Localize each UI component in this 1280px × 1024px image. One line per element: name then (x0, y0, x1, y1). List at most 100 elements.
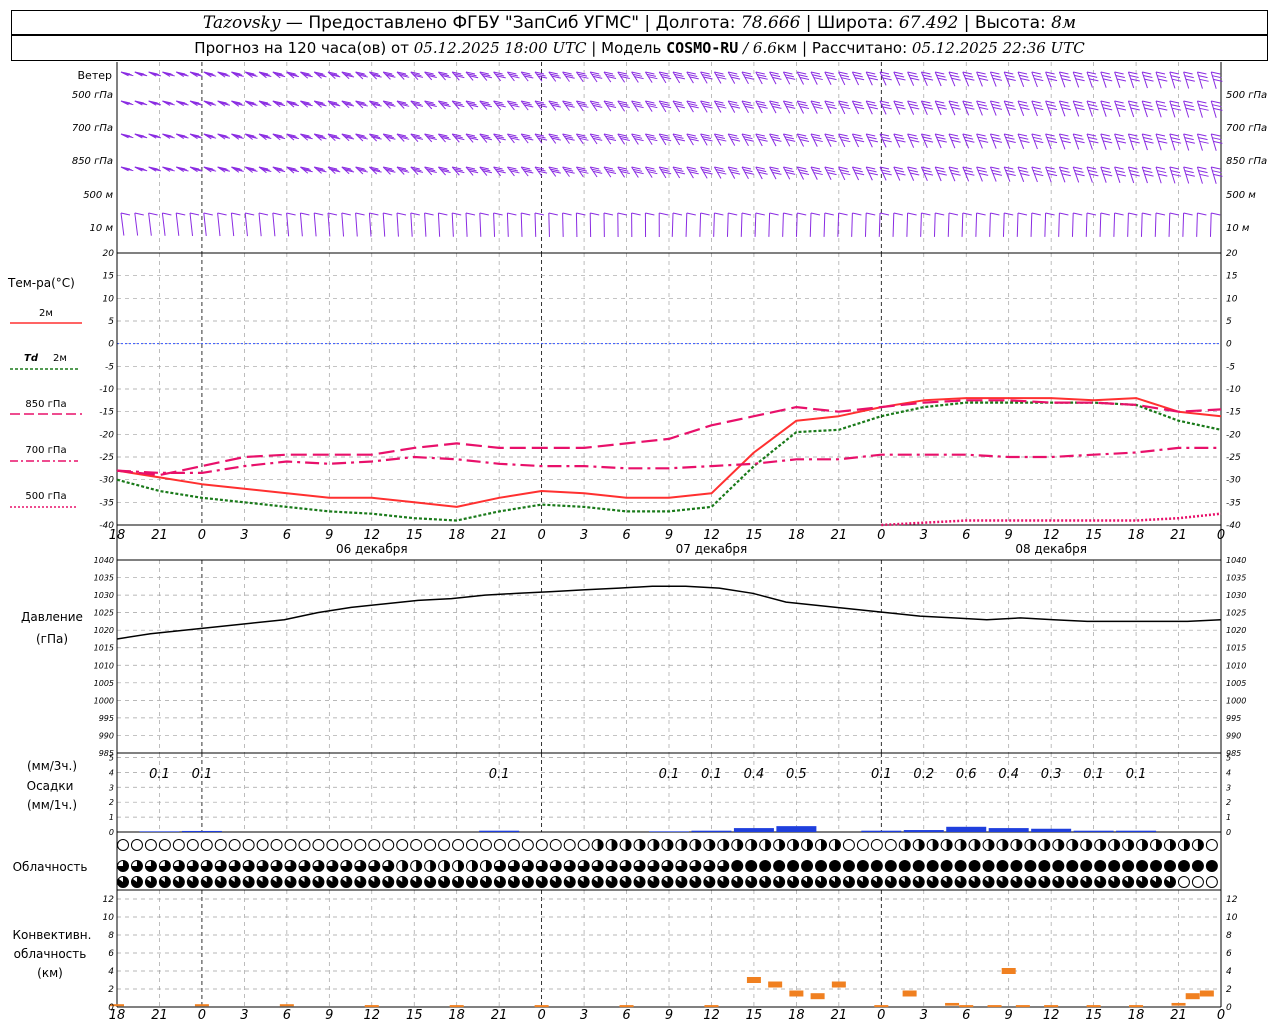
wind-barb (203, 166, 217, 173)
wind-barb-flag (963, 103, 974, 107)
wind-barb (1003, 71, 1016, 87)
cloud-circle (479, 839, 492, 851)
wind-barb (1099, 212, 1110, 237)
wind-barb-flag (1115, 103, 1125, 107)
cloud-fill (639, 839, 646, 851)
cloud-cover-icon (521, 860, 534, 872)
time-tick-label: 21 (831, 1008, 848, 1023)
cloud-fill (1136, 860, 1148, 872)
wind-barb (231, 133, 244, 140)
legend-700-label: 700 гПа (25, 445, 66, 456)
wind-barb (507, 71, 520, 82)
wind-barb (175, 100, 189, 107)
wind-barb (465, 71, 479, 81)
wind-barb (672, 100, 686, 113)
cloud-cover-icon (577, 860, 590, 872)
y-tick-label: -25 (99, 453, 114, 463)
wind-barb-flag (176, 212, 186, 216)
cloud-fill (988, 839, 995, 851)
wind-barb-flag (907, 133, 917, 137)
wind-barb (824, 166, 837, 180)
cloud-circle (1205, 876, 1218, 888)
cloud-cover-icon (186, 860, 199, 872)
convective-bar (1199, 990, 1214, 997)
cloud-cover-icon (354, 839, 367, 851)
y-tick-label: 1020 (1226, 626, 1246, 635)
wind-barb (355, 212, 365, 237)
time-tick-label: 9 (665, 528, 673, 543)
y-tick-label: 15 (1226, 272, 1238, 282)
cloud-cover-icon (200, 860, 213, 872)
cloud-cover-icon (479, 860, 492, 872)
cloud-cover-icon (214, 860, 227, 872)
wind-barb-staff (851, 212, 853, 237)
cloud-fill (402, 860, 408, 872)
cloud-circle (284, 839, 297, 851)
time-tick-label: 6 (283, 528, 291, 543)
wind-barb (824, 133, 837, 147)
wind-barb-staff (161, 212, 166, 236)
cloud-cover-icon (703, 860, 716, 872)
cloud-cover-icon (828, 876, 841, 888)
wind-barb-flag (1031, 133, 1041, 137)
wind-barb-flag (1006, 139, 1016, 143)
wind-barb (644, 100, 658, 112)
cloud-cover-icon (298, 876, 311, 888)
cloud-cover-icon (954, 860, 967, 872)
cloud-circle (438, 839, 451, 851)
precip-bar (1031, 828, 1072, 832)
cloud-cover-icon (158, 876, 171, 888)
wind-barb-flag (948, 133, 959, 137)
wind-barb-flag (410, 212, 420, 216)
cloud-cover-icon (1066, 839, 1079, 851)
wind-barb-flag (438, 212, 448, 216)
cloud-cover-icon (968, 839, 981, 851)
wind-barb-staff (713, 212, 715, 237)
wind-barb-flag (962, 212, 972, 216)
wind-barb-flag (1074, 169, 1084, 173)
wind-barb-flag (1198, 104, 1208, 108)
wind-barb (548, 100, 561, 111)
wind-barb (396, 71, 410, 80)
wind-barb-flag (1086, 133, 1097, 137)
cloud-cover-icon (284, 876, 297, 888)
wind-barb (644, 133, 658, 145)
cloud-circle (424, 839, 437, 851)
wind-barb (300, 71, 313, 79)
cloud-cover-icon (382, 839, 395, 851)
cloud-cover-icon (563, 876, 576, 888)
y-tick-label: 12 (1226, 895, 1238, 905)
wind-barb (148, 100, 162, 106)
wind-barb-flag (1074, 74, 1084, 78)
cloud-cover-icon (270, 876, 283, 888)
cloud-cover-icon (689, 860, 702, 872)
precip-amount-label: 0.4 (998, 767, 1019, 782)
precip-amount-label: 0.1 (1126, 767, 1147, 782)
wind-barb-staff (493, 212, 496, 237)
cloud-fill (899, 860, 911, 872)
wind-barb (809, 212, 821, 237)
wind-barb (258, 166, 272, 174)
wind-barb (1183, 166, 1195, 184)
cloud-circle (466, 839, 478, 851)
wind-barb (865, 133, 879, 148)
precip-amount-label: 0.1 (192, 767, 213, 782)
wind-barb (479, 71, 493, 81)
wind-barb (451, 133, 465, 143)
y-tick-label: 1020 (94, 626, 114, 635)
time-tick-label: 18 (1128, 1008, 1145, 1023)
convective-bar (874, 1005, 889, 1008)
wind-barb-flag (1034, 78, 1044, 82)
cloud-fill (597, 839, 604, 851)
cloud-circle (186, 839, 199, 851)
cloud-cover-icon (452, 839, 465, 851)
wind-barb (1002, 212, 1014, 237)
wind-barb (769, 100, 782, 114)
wind-barb (244, 100, 258, 107)
wind-barb-flag (1046, 169, 1056, 173)
wind-level-label: 10 м (90, 223, 114, 234)
wind-barb-flag (867, 103, 877, 107)
wind-barb (741, 166, 754, 180)
wind-barb (120, 71, 134, 77)
cloud-cover-icon (1177, 860, 1190, 872)
